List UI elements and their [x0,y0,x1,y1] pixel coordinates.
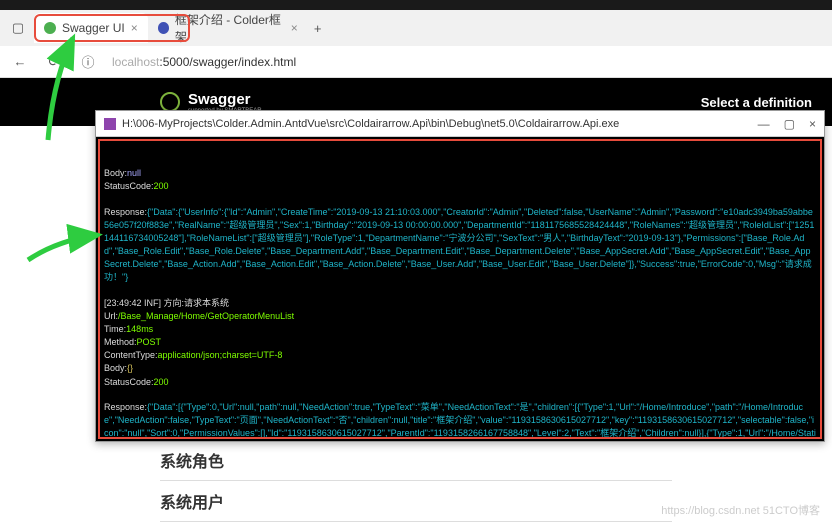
select-definition[interactable]: Select a definition [701,95,812,110]
log-val: 200 [154,377,169,387]
colder-favicon [158,22,169,34]
swagger-favicon [44,22,56,34]
minimize-button[interactable]: — [758,117,770,131]
close-button[interactable]: × [809,117,816,131]
console-window: H:\006-MyProjects\Colder.Admin.AntdVue\s… [95,110,825,442]
swagger-brand: Swagger [188,91,262,108]
tab-label: 框架介绍 - Colder框架 [175,11,285,45]
log-line: Body: [104,363,127,373]
log-val: {} [127,363,133,373]
new-tab-button[interactable]: + [308,18,328,38]
toolbar: ← ⟳ ⓘ localhost:5000/swagger/index.html [0,46,832,78]
info-icon[interactable]: ⓘ [78,52,98,72]
address-bar[interactable]: localhost:5000/swagger/index.html [112,55,296,69]
log-val: application/json;charset=UTF-8 [158,350,283,360]
log-line: Time: [104,324,126,334]
window-top [0,0,832,10]
refresh-button[interactable]: ⟳ [44,52,64,72]
section-role[interactable]: 系统角色 [160,440,672,481]
watermark: https://blog.csdn.net 51CTO博客 [661,502,820,518]
log-line: ContentType: [104,350,158,360]
console-exe-icon [104,118,116,130]
console-titlebar[interactable]: H:\006-MyProjects\Colder.Admin.AntdVue\s… [96,111,824,137]
log-ts: [23:49:42 INF] [104,298,164,308]
log-line: StatusCode: [104,181,154,191]
url-host: localhost [112,55,159,69]
annotation-outline [98,139,822,439]
tab-swagger[interactable]: Swagger UI × [34,13,148,43]
log-line: StatusCode: [104,377,154,387]
log-line: Body: [104,168,127,178]
log-line: Url: [104,311,118,321]
swagger-ring-icon [160,92,180,112]
log-val: POST [137,337,162,347]
section-user[interactable]: 系统用户 [160,481,672,522]
log-msg: 方向:请求本系统 [164,298,230,308]
log-val: null [127,168,141,178]
log-val: 148ms [126,324,153,334]
close-icon[interactable]: × [291,21,298,35]
console-output[interactable]: Body:null StatusCode:200 Response:{"Data… [96,137,824,441]
log-val: /Base_Manage/Home/GetOperatorMenuList [118,311,294,321]
console-title-text: H:\006-MyProjects\Colder.Admin.AntdVue\s… [122,118,619,130]
maximize-button[interactable]: ▢ [784,117,795,131]
tab-label: Swagger UI [62,21,125,35]
window-icon: ▢ [8,18,28,38]
close-icon[interactable]: × [131,21,138,35]
tab-strip: ▢ Swagger UI × 框架介绍 - Colder框架 × + [0,10,832,46]
back-button[interactable]: ← [10,52,30,72]
log-val: 200 [154,181,169,191]
url-path: :5000/swagger/index.html [159,55,296,69]
log-line: Response: [104,402,147,412]
log-line: Response: [104,207,147,217]
log-json: {"Data":[{"Type":0,"Url":null,"path":nul… [104,402,816,441]
log-json: {"Data":{"UserInfo":{"Id":"Admin","Creat… [104,207,814,283]
tab-colder[interactable]: 框架介绍 - Colder框架 × [148,13,308,43]
log-line: Method: [104,337,137,347]
